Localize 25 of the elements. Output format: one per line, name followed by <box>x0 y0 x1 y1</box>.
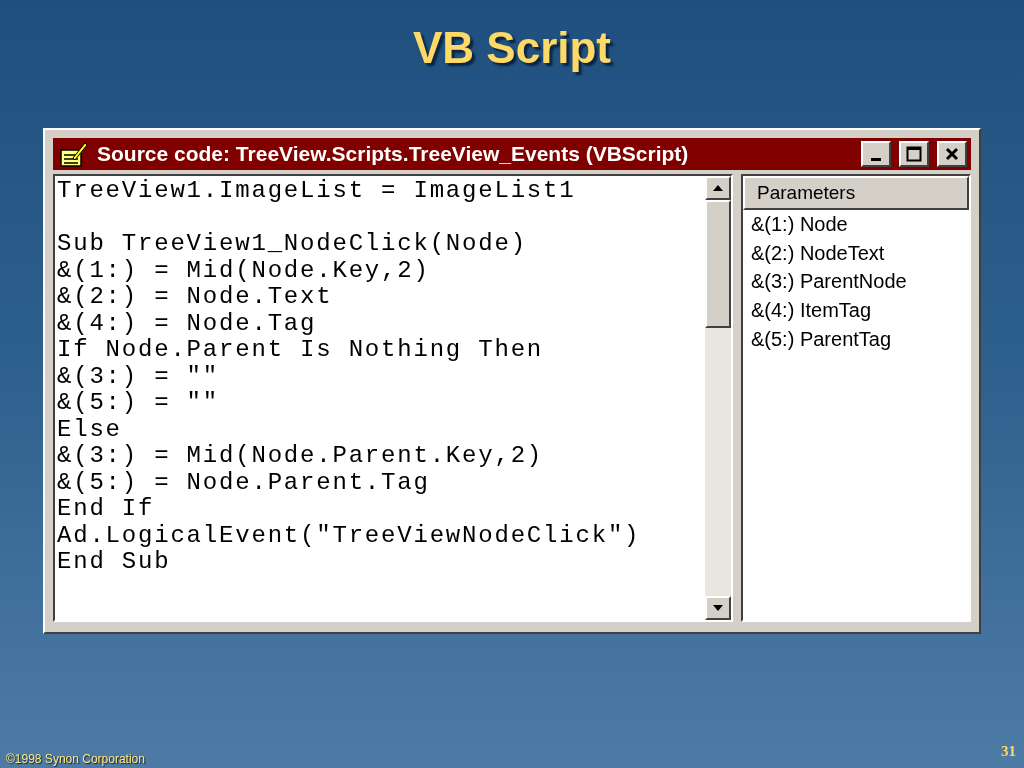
parameter-item[interactable]: &(5:) ParentTag <box>743 324 969 354</box>
scroll-down-button[interactable] <box>705 596 731 620</box>
minimize-icon <box>871 157 881 161</box>
maximize-icon <box>906 146 922 162</box>
code-editor[interactable] <box>53 174 733 622</box>
window-title: Source code: TreeView.Scripts.TreeView_Events (VBScript) <box>97 142 690 166</box>
down-arrow-icon <box>713 605 723 611</box>
slide-title: VB Script <box>412 22 611 74</box>
column-header[interactable]: Parameters <box>743 176 969 210</box>
notepad-pencil-icon <box>59 140 89 168</box>
minimize-button[interactable] <box>861 141 891 167</box>
parameter-item[interactable]: &(3:) ParentNode <box>743 267 969 297</box>
scroll-thumb[interactable] <box>705 200 731 328</box>
maximize-button[interactable] <box>899 141 929 167</box>
close-icon <box>945 147 959 161</box>
close-button[interactable] <box>937 141 967 167</box>
up-arrow-icon <box>713 185 723 191</box>
parameter-item[interactable]: &(2:) NodeText <box>743 238 969 268</box>
code-text: TreeView1.ImageList = ImageList1 Sub TreeView1_NodeClick(Node) &(1:) = Mid(Node.Key,2) &(2:) = Node.Text &(4:) = Node.Tag If Node.Parent Is Nothing Then &(3:) = "" &(5:) = "" Else &(3:) = Mid(Node.Parent.Key,2) &(5:) = Node.Parent.Tag End If Ad.LogicalEvent("TreeViewNodeClick") End Sub <box>56 176 642 577</box>
copyright-text: ©1998 Synon Corporation <box>6 752 145 766</box>
vertical-scrollbar[interactable] <box>705 176 731 620</box>
page-number: 31 <box>1001 743 1016 760</box>
parameter-item[interactable]: &(1:) Node <box>743 210 969 239</box>
scroll-up-button[interactable] <box>705 176 731 200</box>
parameter-item[interactable]: &(4:) ItemTag <box>743 296 969 325</box>
